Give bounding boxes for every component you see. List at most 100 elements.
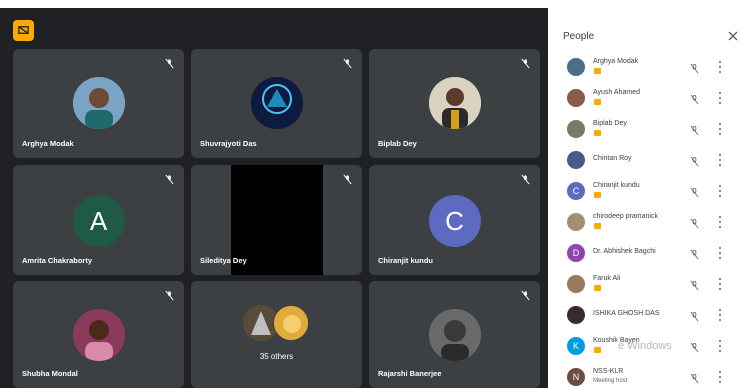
student-badge-icon bbox=[594, 285, 601, 291]
person-avatar bbox=[567, 275, 585, 293]
person-avatar bbox=[567, 151, 585, 169]
participant-tile[interactable]: Sileditya Dey bbox=[191, 165, 362, 275]
people-list-item[interactable]: Ayush Ahamed bbox=[551, 83, 742, 114]
student-badge-icon bbox=[594, 68, 601, 74]
participant-name: Shuvrajyoti Das bbox=[200, 139, 257, 148]
participant-avatar bbox=[428, 77, 481, 129]
participant-tile[interactable]: Arghya Modak bbox=[13, 49, 184, 158]
person-name: Chintan Roy bbox=[593, 155, 632, 162]
more-options-icon[interactable] bbox=[717, 216, 723, 228]
student-badge-icon bbox=[594, 192, 601, 198]
mic-off-icon bbox=[689, 92, 700, 105]
participant-avatar bbox=[72, 309, 125, 361]
more-options-icon[interactable] bbox=[717, 309, 723, 321]
more-options-icon[interactable] bbox=[717, 185, 723, 197]
people-panel: People Arghya Modak Ayush Ahamed Biplab De… bbox=[551, 15, 742, 388]
participant-name: Biplab Dey bbox=[378, 139, 417, 148]
mic-off-icon bbox=[689, 371, 700, 384]
others-avatars bbox=[242, 305, 311, 341]
people-list-item[interactable]: Faruk Ali bbox=[551, 269, 742, 300]
mic-off-icon bbox=[689, 340, 700, 353]
people-list-item[interactable]: chirodeep pramanick bbox=[551, 207, 742, 238]
people-list-item[interactable]: C Chiranjit kundu bbox=[551, 176, 742, 207]
person-name: Dr. Abhishek Bagchi bbox=[593, 248, 656, 255]
person-avatar bbox=[567, 306, 585, 324]
participant-avatar bbox=[428, 309, 481, 361]
mic-off-icon bbox=[689, 216, 700, 229]
person-name: Arghya Modak bbox=[593, 58, 639, 65]
mic-off-icon bbox=[520, 172, 531, 185]
mic-off-icon bbox=[689, 154, 700, 167]
person-avatar bbox=[567, 89, 585, 107]
participant-tile[interactable]: Shuvrajyoti Das bbox=[191, 49, 362, 158]
student-badge-icon bbox=[594, 130, 601, 136]
mic-off-icon bbox=[689, 278, 700, 291]
mic-off-icon bbox=[689, 185, 700, 198]
others-tile[interactable]: 35 others bbox=[191, 281, 362, 388]
student-badge-icon bbox=[594, 223, 601, 229]
student-badge-icon bbox=[594, 99, 601, 105]
person-name: Ayush Ahamed bbox=[593, 89, 640, 96]
people-list-item[interactable]: N NSS-KLR Meeting host bbox=[551, 362, 742, 388]
panel-title: People bbox=[563, 31, 595, 42]
participant-tile[interactable]: A Amrita Chakraborty bbox=[13, 165, 184, 275]
more-options-icon[interactable] bbox=[717, 278, 723, 290]
person-avatar bbox=[567, 213, 585, 231]
person-avatar: N bbox=[567, 368, 585, 386]
people-list-item[interactable]: Biplab Dey bbox=[551, 114, 742, 145]
person-avatar: D bbox=[567, 244, 585, 262]
more-options-icon[interactable] bbox=[717, 92, 723, 104]
participant-avatar bbox=[72, 77, 125, 129]
more-options-icon[interactable] bbox=[717, 123, 723, 135]
mic-off-icon bbox=[164, 288, 175, 301]
person-name: chirodeep pramanick bbox=[593, 213, 658, 220]
participant-avatar: A bbox=[72, 195, 125, 247]
people-list-item[interactable]: ISHIKA GHOSH DAS bbox=[551, 300, 742, 331]
windows-watermark: e Windows bbox=[618, 340, 672, 352]
mic-off-icon bbox=[520, 56, 531, 69]
participant-name: Sileditya Dey bbox=[200, 256, 247, 265]
person-avatar bbox=[567, 120, 585, 138]
others-count: 35 others bbox=[259, 352, 294, 361]
present-icon[interactable] bbox=[13, 20, 34, 41]
more-options-icon[interactable] bbox=[717, 61, 723, 73]
mic-off-icon bbox=[520, 288, 531, 301]
person-avatar bbox=[567, 58, 585, 76]
participant-name: Arghya Modak bbox=[22, 139, 74, 148]
participant-tile[interactable]: Biplab Dey bbox=[369, 49, 540, 158]
participant-tile[interactable]: C Chiranjit kundu bbox=[369, 165, 540, 275]
more-options-icon[interactable] bbox=[717, 340, 723, 352]
brahmastra-logo bbox=[250, 77, 303, 129]
participant-name: Shubha Mondal bbox=[22, 369, 78, 378]
top-strip bbox=[0, 0, 742, 8]
more-options-icon[interactable] bbox=[717, 154, 723, 166]
meeting-stage: Arghya Modak Shuvrajyoti Das Biplab Dey … bbox=[0, 8, 548, 388]
participant-name: Amrita Chakraborty bbox=[22, 256, 93, 265]
people-list-item[interactable]: Arghya Modak bbox=[551, 52, 742, 83]
participant-name: Chiranjit kundu bbox=[378, 256, 433, 265]
mic-off-icon bbox=[689, 247, 700, 260]
mic-off-icon bbox=[689, 123, 700, 136]
person-role: Meeting host bbox=[593, 378, 628, 384]
mic-off-icon bbox=[689, 309, 700, 322]
person-name: Faruk Ali bbox=[593, 275, 621, 282]
person-name: ISHIKA GHOSH DAS bbox=[593, 310, 660, 317]
participant-avatar: C bbox=[428, 195, 481, 247]
person-name: Chiranjit kundu bbox=[593, 182, 640, 189]
people-list-item[interactable]: D Dr. Abhishek Bagchi bbox=[551, 238, 742, 269]
participant-avatar bbox=[272, 305, 309, 341]
mic-off-icon bbox=[164, 56, 175, 69]
participant-tile[interactable]: Rajarshi Banerjee bbox=[369, 281, 540, 388]
people-list-item[interactable]: Chintan Roy bbox=[551, 145, 742, 176]
close-icon[interactable] bbox=[727, 29, 739, 41]
participant-name: Rajarshi Banerjee bbox=[378, 369, 442, 378]
more-options-icon[interactable] bbox=[717, 247, 723, 259]
person-avatar: C bbox=[567, 182, 585, 200]
person-name: Biplab Dey bbox=[593, 120, 627, 127]
mic-off-icon bbox=[342, 172, 353, 185]
participant-tile[interactable]: Shubha Mondal bbox=[13, 281, 184, 388]
mic-off-icon bbox=[164, 172, 175, 185]
person-avatar: K bbox=[567, 337, 585, 355]
more-options-icon[interactable] bbox=[717, 371, 723, 383]
mic-off-icon bbox=[689, 61, 700, 74]
